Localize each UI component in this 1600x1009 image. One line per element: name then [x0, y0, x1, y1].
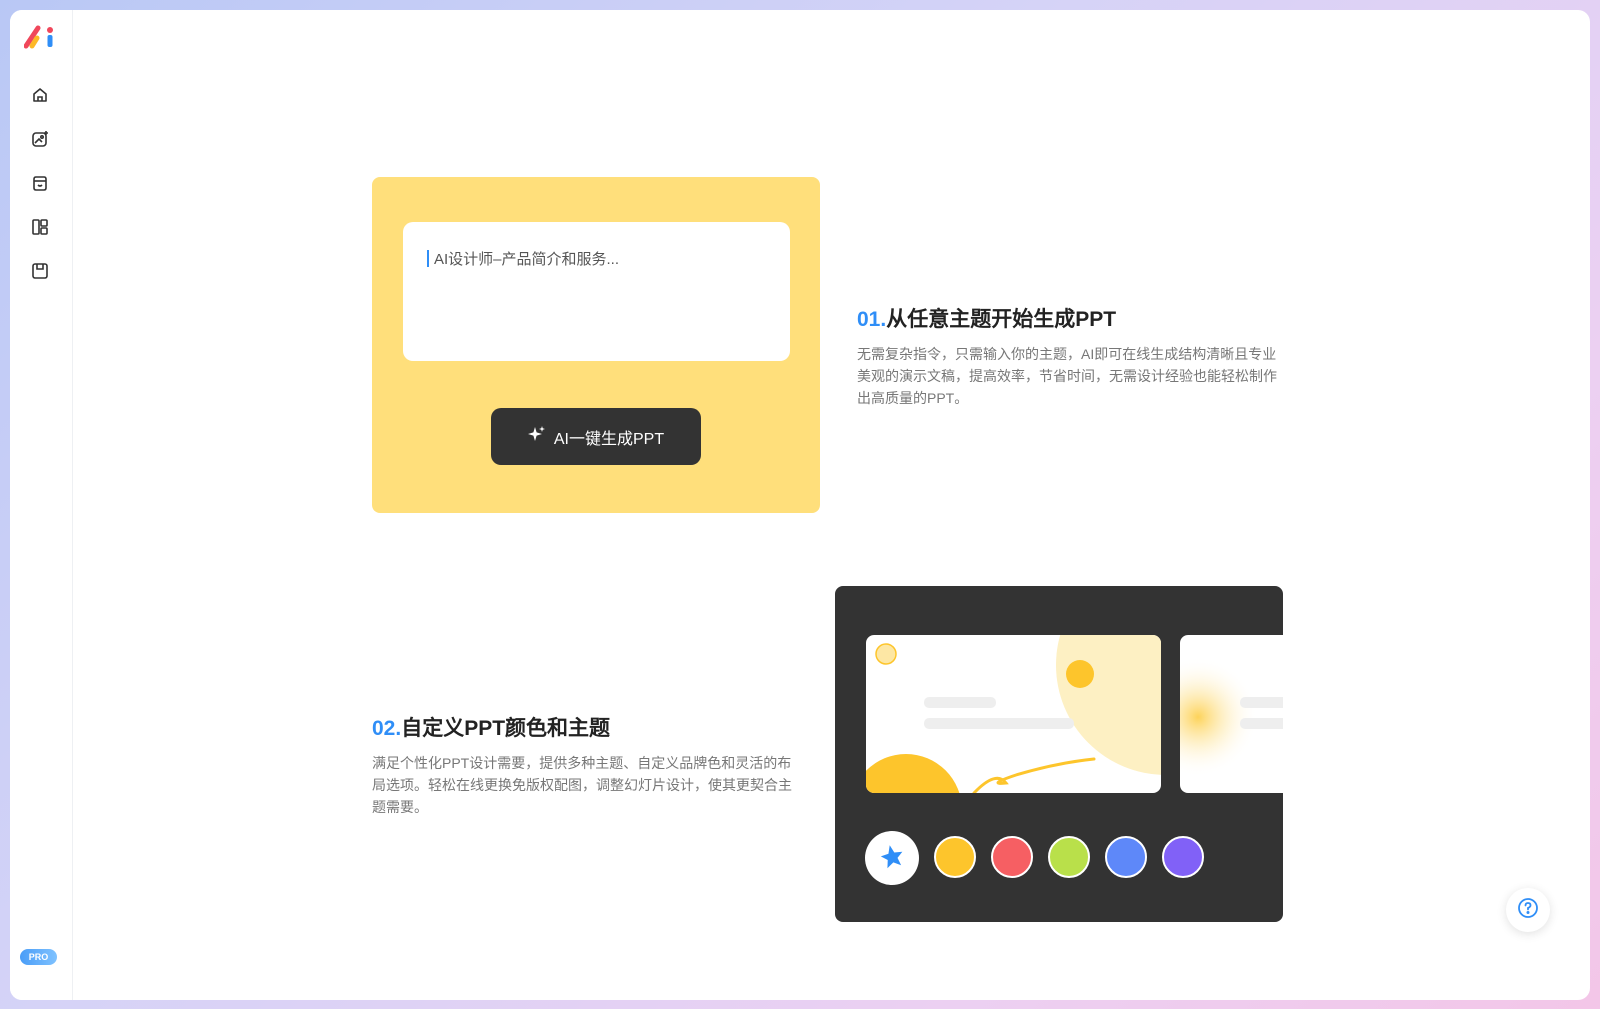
generate-button-label: AI一键生成PPT	[553, 430, 665, 448]
swatch-red[interactable]	[991, 836, 1033, 878]
app-logo[interactable]	[23, 24, 58, 50]
swatch-green[interactable]	[1048, 836, 1090, 878]
feature1-number: 01.	[857, 308, 887, 331]
help-button[interactable]	[1506, 888, 1550, 932]
help-icon	[1517, 897, 1539, 923]
layout-icon	[31, 218, 49, 240]
nav-save[interactable]	[27, 260, 53, 286]
home-icon	[31, 86, 49, 108]
prompt-placeholder: AI设计师–产品简介和服务...	[434, 251, 620, 268]
main-content: AI设计师–产品简介和服务... AI一键生成PPT 01.从任意主题开始生成P…	[73, 10, 1590, 1000]
feature2-title: 02.自定义PPT颜色和主题	[372, 712, 610, 742]
save-icon	[31, 262, 49, 284]
swatch-auto[interactable]	[865, 831, 919, 885]
swatch-yellow[interactable]	[934, 836, 976, 878]
feature1-heading: 从任意主题开始生成PPT	[886, 308, 1117, 331]
pro-badge[interactable]: PRO	[20, 949, 57, 965]
slide-preview[interactable]	[866, 635, 1161, 793]
generate-ppt-button[interactable]: AI一键生成PPT	[491, 408, 701, 465]
app-window: PRO AI设计师–产品简介和服务... AI一键生成PPT 01.从任意主题开…	[10, 10, 1590, 1000]
swatch-purple[interactable]	[1162, 836, 1204, 878]
sparkle-icon	[527, 425, 546, 448]
prompt-input[interactable]: AI设计师–产品简介和服务...	[403, 222, 790, 361]
theme-card	[835, 586, 1283, 922]
slide-preview-next[interactable]	[1180, 635, 1283, 793]
prompt-card: AI设计师–产品简介和服务... AI一键生成PPT	[372, 177, 820, 513]
store-icon	[31, 174, 49, 196]
nav-home[interactable]	[27, 84, 53, 110]
star-icon	[879, 843, 905, 873]
swatch-blue[interactable]	[1105, 836, 1147, 878]
feature2-heading: 自定义PPT颜色和主题	[401, 717, 611, 740]
nav-layout[interactable]	[27, 216, 53, 242]
nav-store[interactable]	[27, 172, 53, 198]
sidebar: PRO	[10, 10, 73, 1000]
feature2-description: 满足个性化PPT设计需要，提供多种主题、自定义品牌色和灵活的布局选项。轻松在线更…	[372, 755, 792, 815]
feature1-description: 无需复杂指令，只需输入你的主题，AI即可在线生成结构清晰且专业美观的演示文稿，提…	[857, 346, 1277, 406]
feature1-title: 01.从任意主题开始生成PPT	[857, 303, 1116, 333]
feature2-number: 02.	[372, 717, 402, 740]
ai-image-icon	[31, 130, 49, 152]
nav-ai-image[interactable]	[27, 128, 53, 154]
text-caret	[427, 250, 429, 267]
